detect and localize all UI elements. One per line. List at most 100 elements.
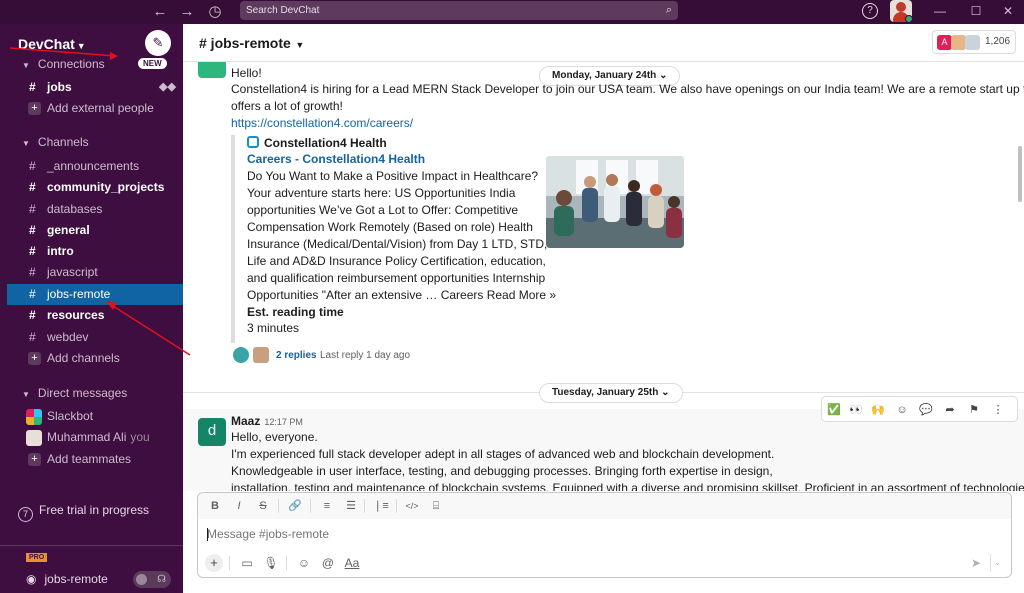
sidebar-item-community-projects[interactable]: # community_projects [7,177,183,198]
section-label: Direct messages [37,386,128,400]
member-list-button[interactable]: A 1,206 [932,30,1016,54]
sidebar-item-general[interactable]: # general [7,220,183,241]
eyes-reaction-icon[interactable]: 👀 [846,400,866,420]
headphones-icon: ☊ [157,574,166,585]
sidebar-item-databases[interactable]: # databases [7,199,183,220]
compose-button[interactable]: ✎ [145,30,171,56]
message-time[interactable]: 12:17 PM [264,417,303,427]
sidebar-item-add-teammates[interactable]: + Add teammates [7,449,183,470]
code-icon[interactable]: </> [403,497,421,515]
forward-arrow-icon[interactable]: → [177,2,197,22]
sidebar-item-announcements[interactable]: # _announcements [7,156,183,177]
preview-site[interactable]: Constellation4 Health [247,136,387,150]
sidebar-item-label: javascript [47,265,98,279]
message-text: Knowledgeable in user interface, testing… [231,464,773,478]
bookmark-icon[interactable]: ⚑ [964,400,984,420]
strikethrough-icon[interactable]: S [254,497,272,515]
sidebar-item-resources[interactable]: # resources [7,305,183,326]
chevron-down-icon: ▼ [292,40,305,50]
message-avatar[interactable]: d [198,418,226,446]
toolbar-divider [310,499,311,513]
sidebar-item-javascript[interactable]: # javascript [7,262,183,283]
huddle-toggle[interactable]: ☊ [133,571,171,588]
feed-scrollbar[interactable] [1018,146,1022,202]
toolbar-divider [278,499,279,513]
reply-thread-icon[interactable]: 💬 [916,400,936,420]
message-author[interactable]: Maaz [231,414,260,428]
sidebar-item-muhammad-ali[interactable]: Muhammad Ali you [7,427,183,448]
sidebar-item-add-channels[interactable]: + Add channels [7,348,183,369]
video-clip-icon[interactable]: ▭ [238,554,256,572]
reply-count[interactable]: 2 replies [276,350,317,361]
sidebar-item-slackbot[interactable]: Slackbot [7,406,183,427]
send-options-chevron-icon[interactable]: ⌄ [990,554,1004,572]
format-toggle-icon[interactable]: Aa [343,554,361,572]
sidebar-item-intro[interactable]: # intro [7,241,183,262]
free-trial-banner[interactable]: 7 Free trial in progress [18,503,149,522]
checkmark-reaction-icon[interactable]: ✅ [824,400,844,420]
close-icon[interactable]: ✕ [988,0,1024,22]
bulleted-list-icon[interactable]: ☰ [342,497,360,515]
user-avatar[interactable] [890,0,912,22]
careers-link[interactable]: https://constellation4.com/careers/ [231,116,413,130]
mention-icon[interactable]: @ [319,554,337,572]
help-icon[interactable]: ? [862,3,878,19]
sidebar-item-jobs[interactable]: # jobs ◆◆ [7,77,183,98]
sidebar-item-jobs-remote[interactable]: # jobs-remote [7,284,183,305]
section-connections[interactable]: ▼ Connections [22,57,105,71]
history-clock-icon[interactable]: ◷ [205,2,225,22]
bold-icon[interactable]: B [206,497,224,515]
minimize-icon[interactable]: — [920,0,960,22]
blockquote-icon[interactable]: ❘≡ [372,497,390,515]
huddle-channel[interactable]: ◉ jobs-remote [26,572,108,586]
main-pane: # jobs-remote ▼ A 1,206 Hello! Monday, J… [183,24,1024,593]
trial-days-icon: 7 [18,507,33,522]
preview-image[interactable] [546,156,684,248]
preview-body-line: and qualification reimbursement opportun… [247,271,546,285]
reply-avatar [233,347,249,363]
italic-icon[interactable]: I [230,497,248,515]
microphone-icon[interactable]: 🎙 [262,554,280,572]
back-arrow-icon[interactable]: ← [150,2,170,22]
search-bar[interactable]: Search DevChat ⌕ [240,1,678,20]
section-direct-messages[interactable]: ▼ Direct messages [22,386,127,400]
ordered-list-icon[interactable]: ≡ [318,497,336,515]
attach-plus-icon[interactable]: + [205,554,223,572]
sidebar-item-add-external-people[interactable]: + Add external people [7,98,183,119]
add-reaction-icon[interactable]: ☺ [892,400,912,420]
workspace-name: DevChat [18,36,75,52]
message-text: offers a lot of growth! [231,99,343,113]
message-actions-toolbar: ✅ 👀 🙌 ☺ 💬 ➦ ⚑ ⋮ [821,396,1018,422]
code-block-icon[interactable]: ⌸ [427,497,445,515]
more-actions-icon[interactable]: ⋮ [988,400,1008,420]
message-avatar[interactable] [198,62,226,78]
send-icon[interactable]: ➤ [967,554,985,572]
link-icon[interactable]: 🔗 [286,497,304,515]
channel-hash-icon: # [29,265,36,279]
link-preview: Constellation4 Health Careers - Constell… [231,135,691,343]
workspace-switcher[interactable]: DevChat ▼ [18,36,86,52]
caret-down-icon: ▼ [22,139,30,148]
preview-body-line: Your adventure starts here: US Opportuni… [247,186,516,200]
message-input[interactable] [207,527,997,541]
sidebar-item-label: Add channels [47,351,120,365]
caret-down-icon: ▼ [22,390,30,399]
preview-body-line: Opportunities "After an extensive … Care… [247,288,557,302]
plus-icon: + [28,102,41,115]
emoji-icon[interactable]: ☺ [295,554,313,572]
channel-title[interactable]: # jobs-remote ▼ [199,35,304,51]
channel-name: # jobs-remote [199,35,291,51]
reply-avatar [253,347,269,363]
sidebar-item-label: Add teammates [47,452,132,466]
date-divider-pill[interactable]: Tuesday, January 25th ⌄ [539,383,683,403]
section-channels[interactable]: ▼ Channels [22,135,89,149]
sidebar-item-label: Add external people [47,101,154,115]
sidebar-item-label: intro [47,244,74,258]
preview-title[interactable]: Careers - Constellation4 Health [247,152,425,166]
chevron-down-icon: ⌄ [659,70,668,81]
raised-hands-reaction-icon[interactable]: 🙌 [868,400,888,420]
huddle-wave-icon: ◉ [26,572,37,586]
share-icon[interactable]: ➦ [940,400,960,420]
toggle-knob [136,574,147,585]
sidebar-item-webdev[interactable]: # webdev [7,327,183,348]
